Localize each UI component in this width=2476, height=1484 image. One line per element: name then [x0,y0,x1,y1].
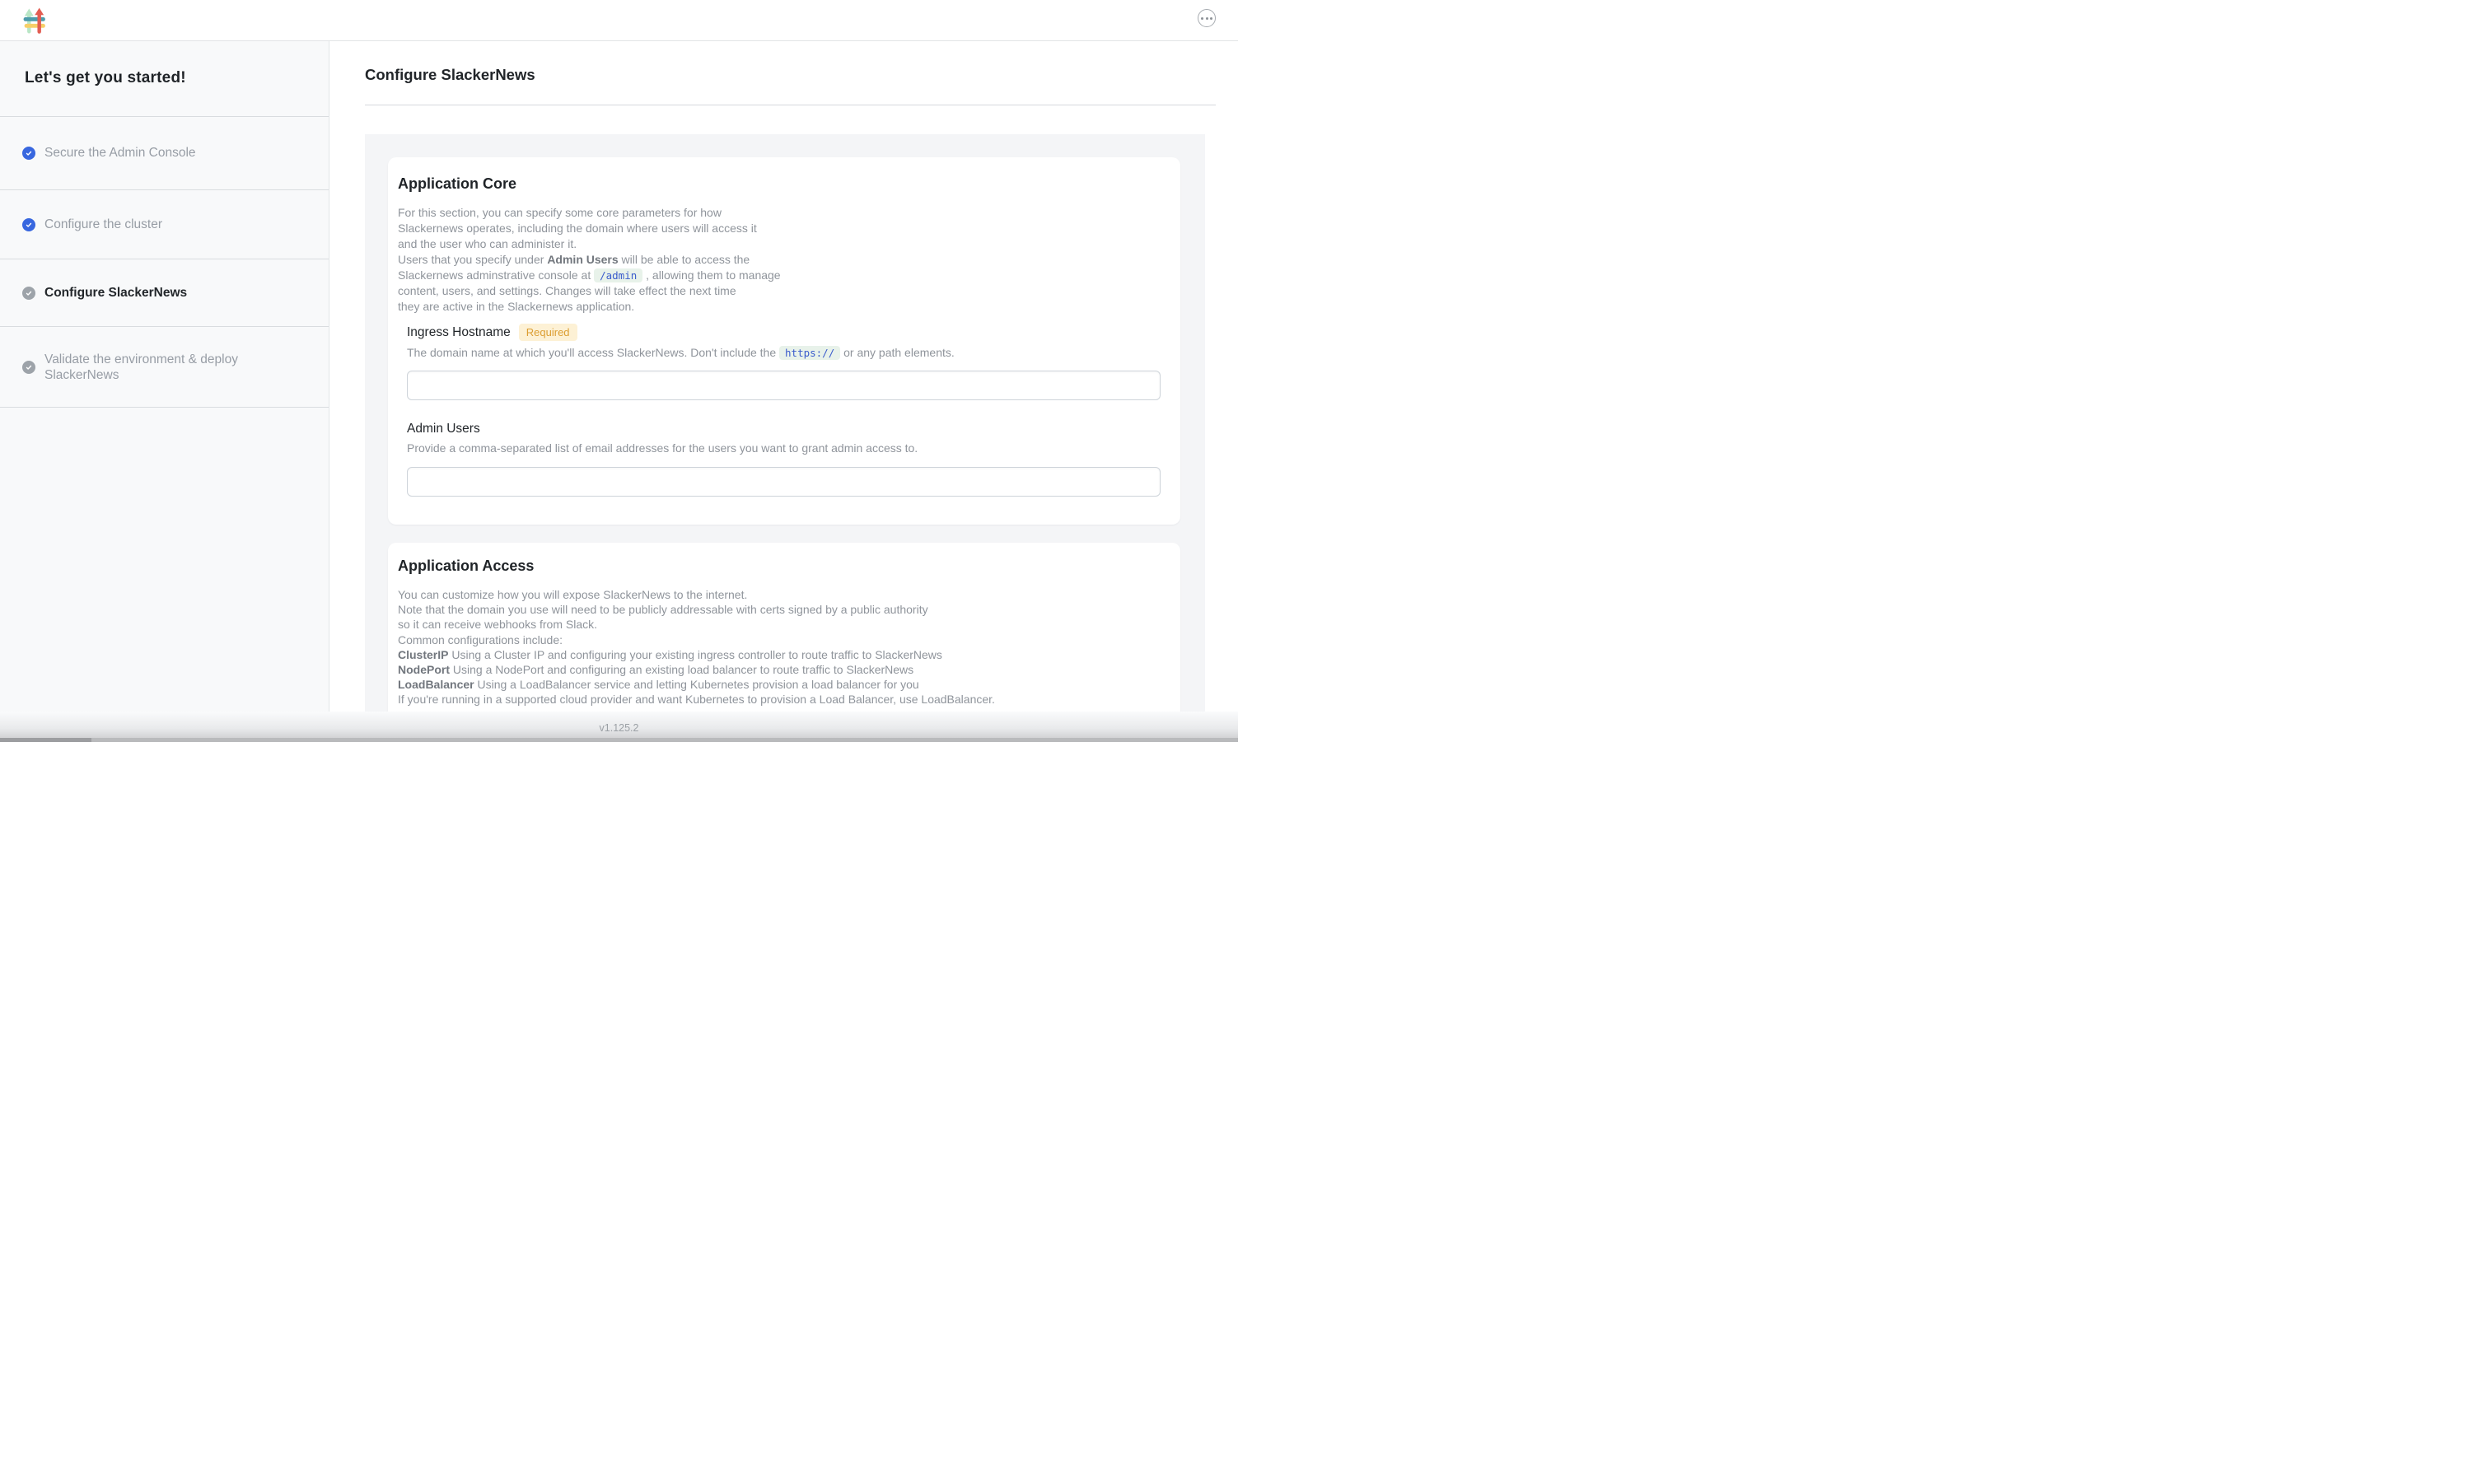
step-label: Validate the environment & deploy Slacke… [44,352,255,383]
field-label: Ingress Hostname [407,325,511,340]
check-circle-icon [22,218,35,231]
step-label: Configure the cluster [44,217,162,232]
sidebar-title: Let's get you started! [25,69,329,87]
check-circle-icon [22,147,35,160]
card-title: Application Core [398,175,1170,193]
admin-users-field: Admin Users Provide a comma-separated li… [407,422,1170,497]
application-access-card: Application Access You can customize how… [388,543,1180,712]
sidebar-step-configure-slackernews[interactable]: Configure SlackerNews [0,259,329,327]
sidebar-step-configure-cluster[interactable]: Configure the cluster [0,190,329,259]
setup-sidebar: Let's get you started! Secure the Admin … [0,41,329,712]
check-circle-icon [22,361,35,374]
sidebar-title-wrap: Let's get you started! [0,41,329,117]
required-badge: Required [519,324,577,341]
version-label: v1.125.2 [0,722,1238,734]
sidebar-step-validate-deploy[interactable]: Validate the environment & deploy Slacke… [0,327,329,408]
app-header [0,0,1238,41]
field-help: The domain name at which you'll access S… [407,345,1170,361]
card-title: Application Access [398,558,1170,575]
field-label: Admin Users [407,422,480,436]
app-footer: v1.125.2 [0,712,1238,742]
config-form-panel: Application Core For this section, you c… [365,134,1205,712]
application-core-card: Application Core For this section, you c… [388,157,1180,525]
footer-strip [0,738,1238,742]
card-description: For this section, you can specify some c… [398,205,1170,315]
check-circle-icon [22,287,35,300]
setup-wizard-page: Let's get you started! Secure the Admin … [0,0,1238,742]
ingress-hostname-field: Ingress Hostname Required The domain nam… [407,324,1170,400]
field-help: Provide a comma-separated list of email … [407,441,1170,456]
page-title: Configure SlackerNews [365,66,535,84]
ingress-hostname-input[interactable] [407,371,1161,400]
admin-users-input[interactable] [407,467,1161,497]
step-label: Secure the Admin Console [44,146,196,161]
more-options-button[interactable] [1198,9,1216,27]
step-label: Configure SlackerNews [44,286,187,301]
card-description: You can customize how you will expose Sl… [398,587,1170,707]
sidebar-step-secure-admin-console[interactable]: Secure the Admin Console [0,117,329,190]
slackernews-logo-icon [23,7,46,34]
footer-notch [0,738,91,742]
ellipsis-icon [1201,17,1203,20]
